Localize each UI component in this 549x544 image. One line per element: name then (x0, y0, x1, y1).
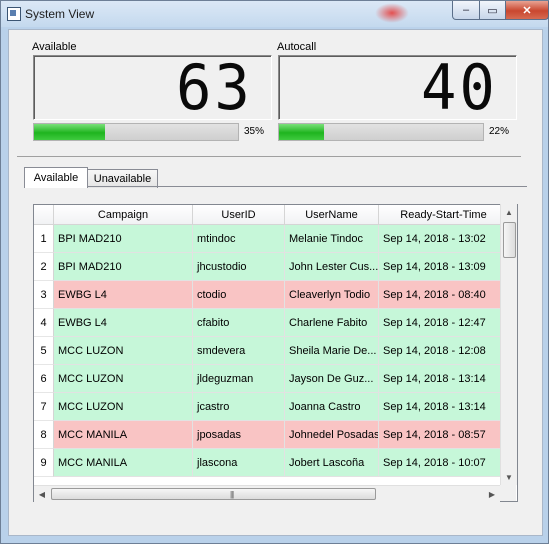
horizontal-scroll-thumb[interactable]: ||| (51, 488, 376, 500)
table-row[interactable]: 7 MCC LUZON jcastro Joanna Castro Sep 14, 20… (34, 393, 509, 421)
scrollbar-corner (500, 485, 516, 501)
cell-ready-start-time[interactable]: Sep 14, 2018 - 13:09 (379, 253, 509, 281)
autocall-progress-fill (279, 124, 324, 140)
cell-campaign[interactable]: MCC MANILA (54, 421, 193, 449)
row-number[interactable]: 9 (34, 449, 54, 477)
row-number[interactable]: 6 (34, 365, 54, 393)
table-row[interactable]: 8 MCC MANILA jposadas Johnedel Posadas Sep 1… (34, 421, 509, 449)
available-count: 63 (176, 51, 253, 124)
table-row[interactable]: 3 EWBG L4 ctodio Cleaverlyn Todio Sep 14, 20… (34, 281, 509, 309)
table-row[interactable]: 2 BPI MAD210 jhcustodio John Lester Cus... S… (34, 253, 509, 281)
cell-userid[interactable]: mtindoc (193, 225, 285, 253)
cell-username[interactable]: Sheila Marie De... (285, 337, 379, 365)
cell-username[interactable]: Jobert Lascoña (285, 449, 379, 477)
cell-ready-start-time[interactable]: Sep 14, 2018 - 13:14 (379, 393, 509, 421)
window-title: System View (25, 7, 95, 21)
cell-ready-start-time[interactable]: Sep 14, 2018 - 08:40 (379, 281, 509, 309)
cell-campaign[interactable]: MCC LUZON (54, 393, 193, 421)
table-row[interactable]: 9 MCC MANILA jlascona Jobert Lascoña Sep 14,… (34, 449, 509, 477)
cell-username[interactable]: Johnedel Posadas (285, 421, 379, 449)
cell-ready-start-time[interactable]: Sep 14, 2018 - 10:07 (379, 449, 509, 477)
row-number[interactable]: 1 (34, 225, 54, 253)
cell-userid[interactable]: jposadas (193, 421, 285, 449)
scroll-down-icon[interactable]: ▼ (501, 469, 517, 485)
column-header-ready-start-time[interactable]: Ready-Start-Time (379, 205, 509, 225)
row-number[interactable]: 3 (34, 281, 54, 309)
autocall-progress-bar (278, 123, 484, 141)
cell-ready-start-time[interactable]: Sep 14, 2018 - 12:08 (379, 337, 509, 365)
cell-campaign[interactable]: BPI MAD210 (54, 225, 193, 253)
title-glow-decoration (375, 3, 409, 23)
table-row[interactable]: 5 MCC LUZON smdevera Sheila Marie De... Sep … (34, 337, 509, 365)
scroll-left-icon[interactable]: ◀ (34, 486, 50, 502)
cell-ready-start-time[interactable]: Sep 14, 2018 - 12:47 (379, 309, 509, 337)
cell-campaign[interactable]: EWBG L4 (54, 309, 193, 337)
close-button[interactable]: ✕ (505, 1, 549, 20)
vertical-scrollbar[interactable]: ▲ ▼ (500, 204, 517, 485)
cell-campaign[interactable]: MCC LUZON (54, 337, 193, 365)
app-icon (7, 7, 21, 21)
cell-userid[interactable]: jldeguzman (193, 365, 285, 393)
row-number[interactable]: 5 (34, 337, 54, 365)
table-row[interactable]: 1 BPI MAD210 mtindoc Melanie Tindoc Sep 14, … (34, 225, 509, 253)
scroll-right-icon[interactable]: ▶ (484, 486, 500, 502)
cell-username[interactable]: Charlene Fabito (285, 309, 379, 337)
column-header-userid[interactable]: UserID (193, 205, 285, 225)
cell-campaign[interactable]: MCC LUZON (54, 365, 193, 393)
cell-username[interactable]: Jayson De Guz... (285, 365, 379, 393)
row-number[interactable]: 7 (34, 393, 54, 421)
cell-username[interactable]: John Lester Cus... (285, 253, 379, 281)
autocall-percent: 22% (489, 126, 510, 137)
cell-campaign[interactable]: MCC MANILA (54, 449, 193, 477)
autocall-count: 40 (421, 51, 498, 124)
cell-ready-start-time[interactable]: Sep 14, 2018 - 13:14 (379, 365, 509, 393)
row-number[interactable]: 2 (34, 253, 54, 281)
available-progress-bar (33, 123, 239, 141)
row-number[interactable]: 8 (34, 421, 54, 449)
scroll-up-icon[interactable]: ▲ (501, 204, 517, 220)
available-percent: 35% (244, 126, 265, 137)
autocall-counter-display: 40 (278, 55, 517, 120)
cell-ready-start-time[interactable]: Sep 14, 2018 - 08:57 (379, 421, 509, 449)
grip-icon: ||| (230, 490, 234, 499)
cell-userid[interactable]: ctodio (193, 281, 285, 309)
cell-username[interactable]: Joanna Castro (285, 393, 379, 421)
vertical-scroll-thumb[interactable] (503, 222, 516, 258)
column-header-campaign[interactable]: Campaign (54, 205, 193, 225)
cell-userid[interactable]: jhcustodio (193, 253, 285, 281)
corner-header[interactable] (34, 205, 54, 225)
maximize-button[interactable]: ▭ (479, 1, 506, 20)
row-number[interactable]: 4 (34, 309, 54, 337)
table-row[interactable]: 6 MCC LUZON jldeguzman Jayson De Guz... Sep … (34, 365, 509, 393)
cell-userid[interactable]: jcastro (193, 393, 285, 421)
available-label: Available (32, 41, 77, 53)
cell-username[interactable]: Cleaverlyn Todio (285, 281, 379, 309)
available-counter-display: 63 (33, 55, 272, 120)
cell-ready-start-time[interactable]: Sep 14, 2018 - 13:02 (379, 225, 509, 253)
tab-panel-border (24, 186, 527, 187)
minimize-button[interactable]: ‒ (452, 1, 480, 20)
cell-userid[interactable]: cfabito (193, 309, 285, 337)
cell-userid[interactable]: smdevera (193, 337, 285, 365)
available-progress-fill (34, 124, 106, 140)
horizontal-scrollbar[interactable]: ◀ ||| ▶ (34, 485, 500, 502)
section-divider (17, 156, 521, 157)
column-header-username[interactable]: UserName (285, 205, 379, 225)
cell-username[interactable]: Melanie Tindoc (285, 225, 379, 253)
cell-userid[interactable]: jlascona (193, 449, 285, 477)
agent-table: Campaign UserID UserName Ready-Start-Tim… (33, 204, 518, 502)
autocall-label: Autocall (277, 41, 317, 53)
cell-campaign[interactable]: EWBG L4 (54, 281, 193, 309)
tab-available[interactable]: Available (24, 167, 88, 188)
table-row[interactable]: 4 EWBG L4 cfabito Charlene Fabito Sep 14, 20… (34, 309, 509, 337)
cell-campaign[interactable]: BPI MAD210 (54, 253, 193, 281)
